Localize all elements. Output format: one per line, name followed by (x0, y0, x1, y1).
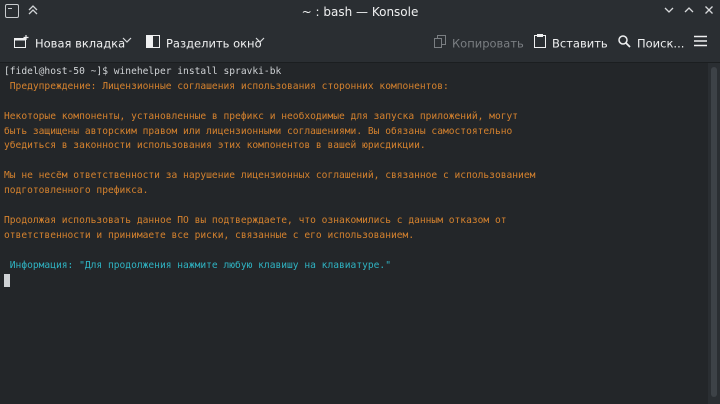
paste-label: Вставить (552, 36, 608, 51)
split-view-button[interactable]: Разделить окно (146, 33, 262, 53)
paste-icon (534, 33, 546, 54)
copy-label: Копировать (452, 36, 524, 51)
chevron-up-icon (684, 7, 694, 13)
find-button[interactable]: Поиск... (618, 33, 684, 53)
terminal-output[interactable]: [fidel@host-50 ~]$ winehelper install sp… (0, 63, 708, 404)
chevron-down-icon (664, 7, 674, 13)
terminal-line: Мы не несём ответственности за нарушение… (4, 170, 536, 182)
scrollbar-thumb[interactable] (711, 67, 717, 397)
terminal-line: Некоторые компоненты, установленные в пр… (4, 110, 519, 122)
maximize-button[interactable] (680, 3, 698, 21)
terminal-line: Информация: "Для продолжения нажмите люб… (4, 259, 391, 271)
new-tab-icon (14, 34, 29, 54)
terminal-line: [fidel@host-50 ~]$ winehelper install sp… (4, 66, 282, 77)
cursor-line (4, 273, 708, 288)
find-label: Поиск... (637, 36, 685, 51)
terminal-line: подготовленного префикса. (4, 185, 149, 197)
close-icon (705, 6, 713, 14)
title-bar: ~ : bash — Konsole (0, 0, 720, 24)
terminal-line: ответственности и принимаете все риски, … (4, 229, 415, 241)
search-icon (618, 34, 631, 54)
copy-button[interactable]: Копировать (434, 33, 524, 53)
paste-button[interactable]: Вставить (534, 33, 608, 53)
new-tab-label: Новая вкладка (35, 36, 126, 51)
copy-icon (434, 34, 446, 54)
window-title: ~ : bash — Konsole (301, 5, 419, 19)
scrollbar[interactable] (708, 63, 720, 404)
terminal-line: быть защищены авторским правом или лицен… (4, 125, 513, 137)
terminal-line: Предупреждение: Лицензионные соглашения … (4, 80, 449, 92)
split-view-dropdown-chevron-icon[interactable] (255, 33, 265, 53)
new-tab-button[interactable]: Новая вкладка (14, 33, 125, 53)
terminal-line: Продолжая использовать данное ПО вы подт… (4, 214, 507, 226)
terminal-line: убедиться в законности использования эти… (4, 140, 426, 152)
toolbar: Новая вкладка Разделить окно Копировать … (0, 24, 720, 63)
minimize-button[interactable] (660, 3, 678, 21)
hamburger-menu-icon (694, 35, 707, 50)
hamburger-menu-button[interactable] (694, 33, 707, 53)
split-view-label: Разделить окно (166, 36, 262, 51)
text-cursor (4, 274, 10, 288)
new-tab-dropdown-chevron-icon[interactable] (122, 33, 132, 53)
close-button[interactable] (700, 3, 718, 21)
split-view-icon (146, 34, 160, 54)
